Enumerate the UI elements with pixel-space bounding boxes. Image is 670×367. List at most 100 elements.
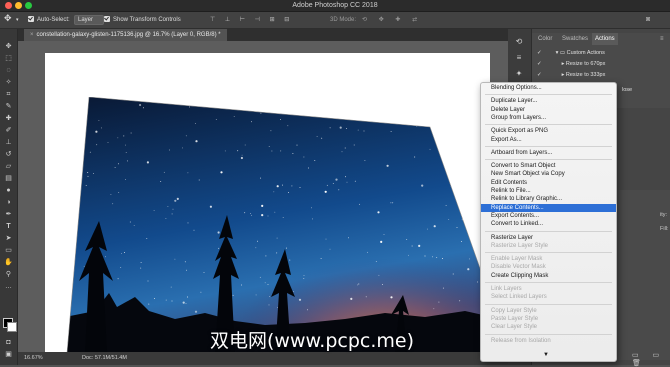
eraser-icon[interactable]: ▱ [3, 162, 14, 171]
star [174, 258, 176, 260]
screen-mode-icon[interactable]: ▣ [3, 350, 14, 359]
context-menu-item[interactable]: Convert to Linked... [481, 220, 616, 228]
context-menu-item[interactable]: Replace Contents... [481, 203, 616, 212]
menu-scroll-down-icon[interactable]: ▼ [481, 351, 616, 359]
star [140, 267, 142, 269]
status-menu-arrow-icon[interactable]: › [122, 352, 124, 365]
tab-swatches[interactable]: Swatches [562, 33, 588, 45]
adjustments-panel-icon[interactable]: ✦ [514, 69, 524, 79]
star [260, 112, 262, 114]
context-menu-item[interactable]: Link Layers [481, 285, 616, 293]
hand-icon[interactable]: ✋ [3, 258, 14, 267]
document-tab[interactable]: × constellation-galaxy-glisten-1175136.jp… [24, 29, 227, 41]
magic-wand-icon[interactable]: ✧ [3, 78, 14, 87]
transform-controls-checkbox[interactable]: Show Transform Controls [104, 16, 181, 24]
document-canvas[interactable] [45, 53, 508, 352]
close-tab-icon[interactable]: × [30, 32, 34, 38]
zoom-level[interactable]: 16.67% [24, 352, 43, 365]
canvas-area[interactable] [18, 41, 508, 352]
context-menu-item[interactable]: Group from Layers... [481, 114, 616, 122]
gradient-icon[interactable]: ▤ [3, 174, 14, 183]
context-menu-item[interactable]: Clear Layer Style [481, 323, 616, 331]
context-menu-item[interactable]: Convert to Smart Object [481, 162, 616, 170]
document-size[interactable]: Doc: 57.1M/51.4M [82, 352, 127, 365]
action-row[interactable]: ✓ ▸ Resize to 333px [532, 70, 670, 80]
quick-mask-icon[interactable]: ◘ [3, 338, 14, 347]
star [320, 258, 322, 260]
context-menu-item[interactable]: Export As... [481, 136, 616, 144]
context-menu-item[interactable]: New Smart Object via Copy [481, 170, 616, 178]
star [282, 217, 284, 219]
auto-select-target-dropdown[interactable]: Layer [74, 15, 105, 25]
tab-actions[interactable]: Actions [592, 33, 618, 45]
lasso-icon[interactable]: ◌ [3, 66, 14, 75]
eyedropper-icon[interactable]: ✎ [3, 102, 14, 111]
pen-icon[interactable]: ✒ [3, 210, 14, 219]
action-row[interactable]: ✓ ▸ Resize to 670px [532, 59, 670, 69]
document-tab-title: constellation-galaxy-glisten-1175136.jpg… [36, 32, 221, 38]
crop-icon[interactable]: ⌗ [3, 90, 14, 99]
star [244, 212, 246, 214]
star [307, 309, 309, 311]
clone-stamp-icon[interactable]: ⊥ [3, 138, 14, 147]
panel-menu-icon[interactable]: ≡ [660, 33, 664, 45]
star [377, 211, 380, 214]
shape-icon[interactable]: ▭ [3, 246, 14, 255]
context-menu-item[interactable]: Create Clipping Mask [481, 272, 616, 280]
more-tools-icon[interactable]: … [3, 282, 14, 291]
star [185, 303, 187, 304]
auto-select-checkbox[interactable]: Auto-Select: [28, 16, 70, 24]
context-menu-item[interactable]: Artboard from Layers... [481, 149, 616, 157]
context-menu-item[interactable]: Release from Isolation [481, 337, 616, 345]
blur-icon[interactable]: ● [3, 186, 14, 195]
context-menu-item[interactable]: Export Contents... [481, 212, 616, 220]
zoom-icon[interactable]: ⚲ [3, 270, 14, 279]
context-menu-item[interactable]: Select Linked Layers [481, 293, 616, 301]
move-tool-icon[interactable]: ✥ [4, 14, 12, 23]
context-menu-item[interactable]: Relink to File... [481, 187, 616, 195]
star [299, 187, 301, 189]
star [386, 164, 389, 167]
context-menu-item[interactable]: Disable Vector Mask [481, 263, 616, 271]
dodge-icon[interactable]: ◑ [3, 198, 14, 207]
context-menu-item[interactable]: Delete Layer [481, 106, 616, 114]
context-menu-item[interactable]: Blending Options... [481, 84, 616, 92]
context-menu-item[interactable]: Duplicate Layer... [481, 97, 616, 105]
context-menu-item[interactable]: Paste Layer Style [481, 315, 616, 323]
history-panel-icon[interactable]: ⟲ [514, 37, 524, 47]
history-brush-icon[interactable]: ↺ [3, 150, 14, 159]
transformed-photo-layer[interactable] [65, 97, 508, 352]
layer-context-menu[interactable]: Blending Options... Duplicate Layer... Del… [480, 82, 617, 362]
context-menu-item[interactable]: Enable Layer Mask [481, 255, 616, 263]
star [367, 251, 368, 253]
star [279, 98, 281, 100]
star [153, 210, 155, 211]
star [198, 179, 200, 181]
camera-icon[interactable]: ◙ [646, 16, 650, 24]
healing-brush-icon[interactable]: ✚ [3, 114, 14, 123]
brush-icon[interactable]: ✐ [3, 126, 14, 135]
context-menu-item[interactable]: Rasterize Layer Style [481, 242, 616, 250]
type-icon[interactable]: T [3, 222, 14, 231]
context-menu-item[interactable]: Edit Contents [481, 179, 616, 187]
star [341, 151, 343, 153]
star [117, 163, 119, 165]
tab-color[interactable]: Color [538, 33, 552, 45]
context-menu-item[interactable]: Quick Export as PNG [481, 127, 616, 135]
move-icon[interactable]: ✥ [3, 42, 14, 51]
background-color-swatch[interactable] [7, 322, 17, 332]
action-set-row[interactable]: ✓ ▾ ▭ Custom Actions [532, 48, 670, 58]
align-icons[interactable]: ⊤ ⊥ ⊢ ⊣ ⊞ ⊟ [210, 16, 293, 24]
marquee-icon[interactable]: ⬚ [3, 54, 14, 63]
properties-panel-icon[interactable]: ≡ [514, 53, 524, 63]
context-menu-item[interactable]: Copy Layer Style [481, 307, 616, 315]
star [468, 138, 470, 140]
opacity-label: ity: [660, 212, 668, 218]
3d-tool-icons[interactable]: ⟲ ✥ ✚ ⇄ [362, 16, 422, 24]
menu-separator [485, 333, 612, 335]
context-menu-item[interactable]: Rasterize Layer [481, 234, 616, 242]
path-select-icon[interactable]: ➤ [3, 234, 14, 243]
context-menu-item[interactable]: Relink to Library Graphic... [481, 195, 616, 203]
tool-preset-dropdown-icon[interactable]: ▾ [16, 16, 19, 24]
star [138, 97, 140, 99]
